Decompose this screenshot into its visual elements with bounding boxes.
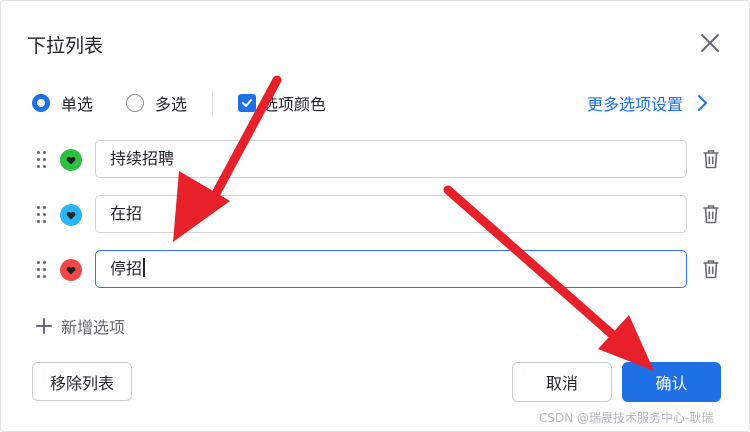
radio-unselected-icon (126, 94, 145, 112)
add-option-label: 新增选项 (61, 318, 126, 337)
option-color-picker[interactable] (60, 259, 82, 281)
chevron-right-icon (698, 95, 708, 111)
option-input[interactable]: 持续招聘 (95, 140, 687, 178)
option-value: 停招 (110, 259, 143, 278)
option-color-picker[interactable] (60, 204, 82, 226)
multi-select-radio[interactable]: 多选 (126, 91, 187, 115)
heart-icon (66, 156, 76, 164)
close-icon[interactable] (699, 32, 721, 54)
option-input-focused[interactable]: 停招 (95, 250, 687, 288)
drag-handle-icon[interactable] (35, 151, 47, 169)
option-color-picker[interactable] (60, 149, 82, 171)
trash-icon[interactable] (702, 259, 720, 279)
confirm-button[interactable]: 确认 (622, 362, 721, 402)
more-options-label: 更多选项设置 (587, 95, 684, 114)
cancel-button[interactable]: 取消 (512, 362, 612, 402)
options-bar: 单选 多选 选项颜色 (32, 90, 326, 116)
single-select-label: 单选 (61, 95, 94, 114)
more-options-link[interactable]: 更多选项设置 (587, 91, 709, 115)
option-value: 在招 (110, 204, 143, 223)
dropdown-list-dialog: 下拉列表 单选 多选 选项颜色 更多选项设置 持续招聘 在招 停招 新增选项 移… (0, 0, 750, 432)
list-item: 在招 (35, 195, 725, 235)
add-option-button[interactable]: 新增选项 (35, 314, 125, 338)
divider (212, 90, 214, 116)
option-input[interactable]: 在招 (95, 195, 687, 233)
drag-handle-icon[interactable] (35, 261, 47, 279)
trash-icon[interactable] (702, 149, 720, 169)
option-color-checkbox[interactable]: 选项颜色 (238, 91, 326, 115)
text-caret (143, 258, 145, 277)
trash-icon[interactable] (702, 204, 720, 224)
option-value: 持续招聘 (110, 149, 175, 168)
single-select-radio[interactable]: 单选 (32, 91, 93, 115)
plus-icon (36, 318, 52, 334)
radio-selected-icon (32, 94, 50, 112)
dialog-title: 下拉列表 (27, 35, 104, 57)
list-item: 停招 (35, 250, 725, 290)
watermark: CSDN @瑞晟技术服务中心-耿瑞 (539, 411, 714, 425)
heart-icon (66, 266, 76, 274)
remove-list-button[interactable]: 移除列表 (32, 362, 132, 401)
list-item: 持续招聘 (35, 140, 725, 180)
drag-handle-icon[interactable] (35, 206, 47, 224)
check-icon (238, 94, 257, 112)
heart-icon (66, 211, 76, 219)
option-color-label: 选项颜色 (262, 95, 327, 114)
multi-select-label: 多选 (155, 95, 188, 114)
